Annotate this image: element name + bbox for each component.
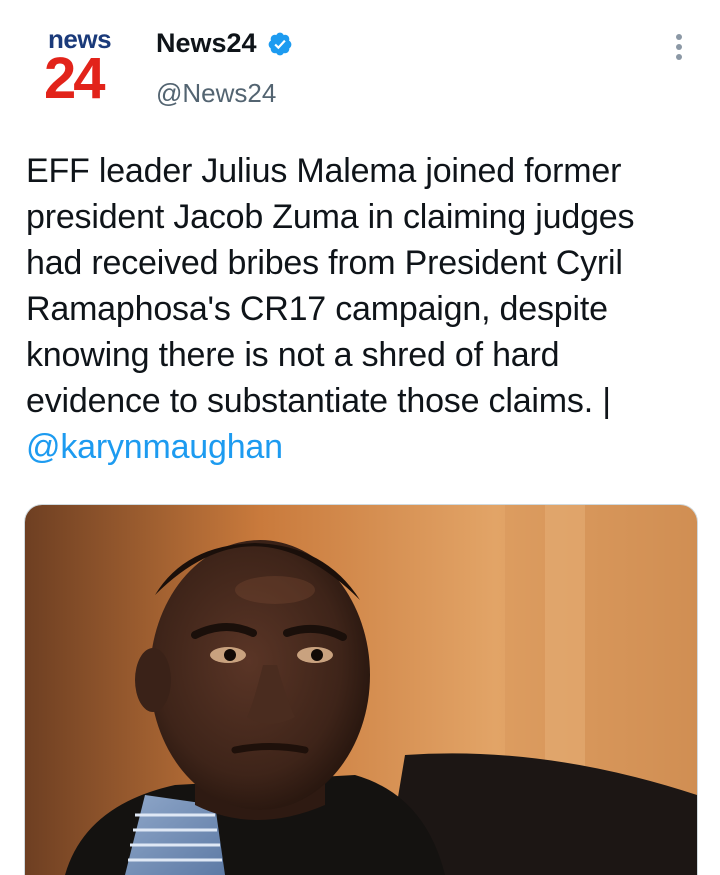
- tweet-card[interactable]: news 24 News24 @News24 EFF leader Julius…: [0, 0, 720, 875]
- display-name[interactable]: News24: [156, 28, 257, 59]
- mention-link[interactable]: @karynmaughan: [26, 428, 283, 466]
- verified-badge-icon: [267, 31, 293, 57]
- photo-portrait: [25, 505, 697, 875]
- tweet-text: EFF leader Julius Malema joined former p…: [26, 148, 698, 470]
- logo-24-text: 24: [44, 46, 105, 111]
- tweet-body: EFF leader Julius Malema joined former p…: [26, 152, 635, 420]
- tweet-photo[interactable]: [24, 504, 698, 875]
- name-row: News24: [156, 28, 293, 59]
- avatar[interactable]: news 24: [28, 22, 128, 114]
- handle[interactable]: @News24: [156, 78, 276, 109]
- more-vertical-icon[interactable]: [664, 30, 694, 66]
